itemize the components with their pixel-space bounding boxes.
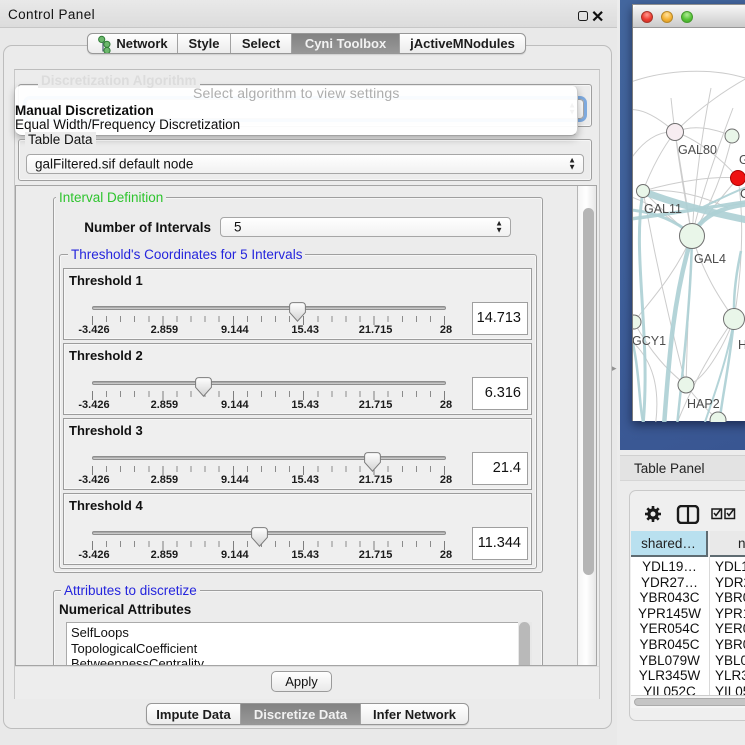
svg-text:GAL11: GAL11 bbox=[644, 202, 682, 216]
svg-text:CDC: CDC bbox=[740, 187, 745, 201]
svg-text:GAL4: GAL4 bbox=[694, 252, 726, 266]
svg-text:GAL80: GAL80 bbox=[678, 143, 717, 157]
svg-text:GAL3: GAL3 bbox=[739, 153, 745, 167]
svg-text:HAP2: HAP2 bbox=[687, 397, 720, 411]
svg-text:HAP4: HAP4 bbox=[738, 338, 745, 352]
svg-text:GCY1: GCY1 bbox=[633, 334, 666, 348]
